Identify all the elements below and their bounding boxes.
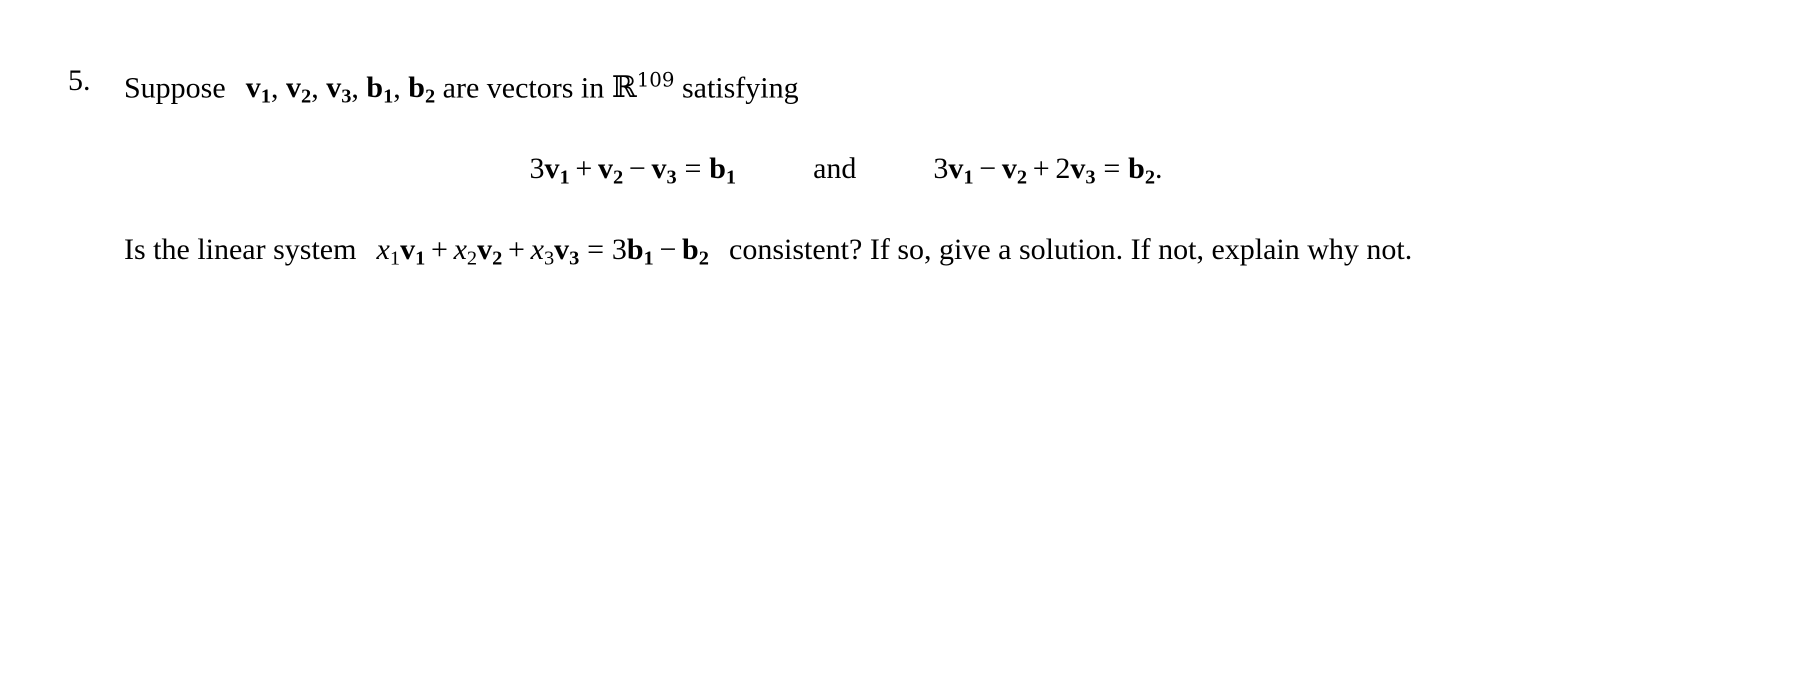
sys-v3: v3 <box>554 232 580 270</box>
eq2-rhs-b2: b2 <box>1128 151 1156 189</box>
equations-conjunction: and <box>813 151 857 185</box>
sys-v2: v2 <box>477 232 503 270</box>
question-tail: consistent? If so, give a solution. If n… <box>729 232 1413 266</box>
equation-1: 3v1 + v2− v3 = b1 <box>529 151 737 189</box>
question-system: x1v1 + x2v2 + x3v3 = 3b1− b2 <box>376 232 709 270</box>
eq1-v1: v1 <box>544 151 570 189</box>
problem-question: Is the linear system x1v1 + x2v2 + x3v3 = 3b1−… <box>124 227 1574 282</box>
field-exponent: 109 <box>636 69 675 92</box>
sys-rhs-coef: 3 <box>611 232 627 266</box>
vector-b2: b2 <box>408 71 436 108</box>
sys-relation: = <box>587 232 605 266</box>
question-lead: Is the linear system <box>124 232 357 266</box>
scalar-x2: x2 <box>453 232 478 270</box>
stem-lead: Suppose <box>124 71 226 105</box>
comma: , <box>393 71 401 105</box>
eq2-relation: = <box>1103 151 1121 185</box>
vector-b1: b1 <box>366 71 394 108</box>
blackboard-r-glyph: ℝ <box>611 70 637 106</box>
sys-rhs-b1: b1 <box>626 232 654 270</box>
scalar-x1: x1 <box>376 232 401 270</box>
problem-number: 5. <box>68 64 91 97</box>
stem-middle: are vectors in <box>442 71 605 105</box>
eq2-v1: v1 <box>948 151 974 189</box>
eq2-v3: v3 <box>1070 151 1096 189</box>
eq2-op2: + <box>1032 151 1050 185</box>
sys-op1: + <box>430 232 448 266</box>
vector-v1: v1 <box>245 71 271 108</box>
field-symbol: ℝ109 <box>611 69 675 106</box>
problem-row: 5. Suppose v1, v2, v3, b1, b2 are vector… <box>68 58 1728 281</box>
document-page: 5. Suppose v1, v2, v3, b1, b2 are vector… <box>0 0 1796 686</box>
vector-v3: v3 <box>326 71 352 108</box>
stem-trail: satisfying <box>681 71 799 105</box>
problem-5: 5. Suppose v1, v2, v3, b1, b2 are vector… <box>68 58 1728 281</box>
eq1-op2: − <box>628 151 646 185</box>
comma: , <box>351 71 359 105</box>
eq1-v3: v3 <box>651 151 677 189</box>
scalar-x3: x3 <box>530 232 555 270</box>
comma: , <box>311 71 319 105</box>
vector-v2: v2 <box>285 71 312 108</box>
eq1-v2: v2 <box>597 151 624 189</box>
displayed-equations: 3v1 + v2− v3 = b1 and 3v1− v2 +2v3 = b2. <box>124 146 1728 201</box>
eq2-op1: − <box>979 151 997 185</box>
sys-op2: + <box>508 232 525 266</box>
eq1-op1: + <box>575 151 593 185</box>
sys-rhs-b2: b2 <box>682 232 709 270</box>
eq2-v2: v2 <box>1001 151 1028 189</box>
eq1-relation: = <box>684 151 702 185</box>
eq1-rhs-b1: b1 <box>709 151 737 189</box>
equation-2: 3v1− v2 +2v3 = b2. <box>933 151 1163 189</box>
sys-rhs-op: − <box>659 232 677 266</box>
sys-v1: v1 <box>400 232 426 270</box>
problem-stem: Suppose v1, v2, v3, b1, b2 are vectors i… <box>124 58 1728 120</box>
comma: , <box>270 71 279 105</box>
equation-terminator: . <box>1155 151 1163 185</box>
problem-body: Suppose v1, v2, v3, b1, b2 are vectors i… <box>124 58 1728 281</box>
